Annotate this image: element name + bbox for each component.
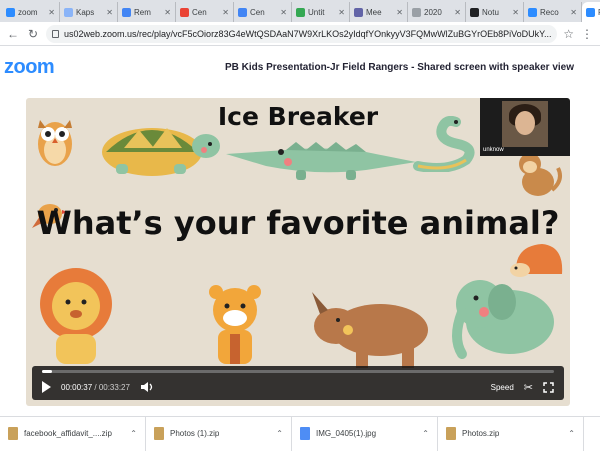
- tab-label: Untit: [308, 7, 325, 17]
- tab-favicon-icon: [586, 7, 595, 17]
- browser-tab[interactable]: Untit ✕: [292, 2, 350, 22]
- tab-label: Cen: [250, 7, 265, 17]
- meeting-title: PB Kids Presentation-Jr Field Rangers - …: [224, 61, 574, 73]
- play-icon[interactable]: [42, 381, 51, 393]
- tab-favicon-icon: [296, 7, 305, 17]
- browser-tab[interactable]: Notu ✕: [466, 2, 524, 22]
- crocodile-illustration: [226, 142, 416, 180]
- scissors-icon[interactable]: ✂: [524, 381, 533, 394]
- tab-label: 2020: [424, 7, 442, 17]
- tab-favicon-icon: [354, 7, 363, 17]
- current-time: 00:00:37: [61, 382, 93, 392]
- speaker-thumbnail[interactable]: unknow: [480, 98, 570, 156]
- download-item[interactable]: Photos.zip ⌃: [438, 416, 584, 451]
- browser-tab[interactable]: Reco ✕: [524, 2, 582, 22]
- progress-bar[interactable]: [42, 370, 554, 373]
- close-tab-icon[interactable]: ✕: [48, 8, 55, 17]
- tab-favicon-icon: [528, 7, 537, 17]
- fullscreen-icon[interactable]: [543, 381, 554, 393]
- browser-tab[interactable]: Cen ✕: [234, 2, 292, 22]
- chevron-up-icon[interactable]: ⌃: [422, 429, 429, 438]
- tab-label: zoom: [18, 7, 38, 17]
- browser-tab[interactable]: Mee ✕: [350, 2, 408, 22]
- tab-label: Kaps: [76, 7, 95, 17]
- volume-icon[interactable]: [140, 381, 154, 393]
- download-filename: Photos (1).zip: [170, 429, 220, 438]
- back-arrow-icon[interactable]: ←: [6, 27, 20, 41]
- player-controls: 00:00:37 / 00:33:27 Speed ✂: [32, 366, 564, 400]
- more-menu-icon[interactable]: ⋮: [580, 27, 594, 41]
- close-tab-icon[interactable]: ✕: [396, 8, 403, 17]
- recording-content: Ice Breaker What’s your favorite animal?…: [0, 88, 600, 414]
- browser-tab[interactable]: Cen ✕: [176, 2, 234, 22]
- tiger-illustration: [209, 285, 261, 364]
- browser-tab[interactable]: Rem ✕: [118, 2, 176, 22]
- download-item[interactable]: facebook_affidavit_....zip ⌃: [0, 416, 146, 451]
- close-tab-icon[interactable]: ✕: [512, 8, 519, 17]
- download-filename: IMG_0405(1).jpg: [316, 429, 377, 438]
- time-separator: /: [92, 382, 99, 392]
- refresh-icon[interactable]: ↻: [26, 27, 40, 41]
- browser-tab[interactable]: Kaps ✕: [60, 2, 118, 22]
- browser-tab[interactable]: 2020 ✕: [408, 2, 466, 22]
- monkey-illustration: [519, 153, 562, 196]
- download-filename: facebook_affidavit_....zip: [24, 429, 112, 438]
- video-player[interactable]: Ice Breaker What’s your favorite animal?…: [26, 98, 570, 406]
- tab-label: Rem: [134, 7, 151, 17]
- downloads-bar: facebook_affidavit_....zip ⌃ Photos (1).zi…: [0, 416, 600, 451]
- close-tab-icon[interactable]: ✕: [106, 8, 113, 17]
- tab-favicon-icon: [6, 7, 15, 17]
- browser-tab[interactable]: zoom ✕: [2, 2, 60, 22]
- tab-favicon-icon: [470, 7, 479, 17]
- chevron-up-icon[interactable]: ⌃: [276, 429, 283, 438]
- duration: 00:33:27: [98, 382, 130, 392]
- rhino-illustration: [312, 292, 428, 368]
- chevron-up-icon[interactable]: ⌃: [568, 429, 575, 438]
- tab-favicon-icon: [122, 7, 131, 17]
- download-item[interactable]: IMG_0405(1).jpg ⌃: [292, 416, 438, 451]
- speaker-name: unknow: [483, 147, 504, 153]
- tab-favicon-icon: [238, 7, 247, 17]
- elephant-illustration: [452, 280, 554, 359]
- close-tab-icon[interactable]: ✕: [570, 8, 577, 17]
- star-icon[interactable]: ☆: [563, 27, 574, 41]
- address-bar[interactable]: us02web.zoom.us/rec/play/vcF5cOiorz83G4e…: [46, 24, 558, 43]
- url-text: us02web.zoom.us/rec/play/vcF5cOiorz83G4e…: [64, 28, 552, 39]
- tab-label: Notu: [482, 7, 499, 17]
- tab-label: Mee: [366, 7, 382, 17]
- time-display: 00:00:37 / 00:33:27: [61, 383, 130, 392]
- file-icon: [154, 427, 164, 440]
- download-item[interactable]: Photos (1).zip ⌃: [146, 416, 292, 451]
- speaker-face: [515, 111, 535, 135]
- close-tab-icon[interactable]: ✕: [280, 8, 287, 17]
- file-icon: [8, 427, 18, 440]
- lock-icon: [52, 29, 59, 38]
- lion-illustration: [40, 268, 112, 364]
- tab-label: Cen: [192, 7, 207, 17]
- close-tab-icon[interactable]: ✕: [338, 8, 345, 17]
- download-filename: Photos.zip: [462, 429, 500, 438]
- tab-favicon-icon: [64, 7, 73, 17]
- tab-favicon-icon: [412, 7, 421, 17]
- slide-question: What’s your favorite animal?: [36, 204, 560, 242]
- close-tab-icon[interactable]: ✕: [454, 8, 461, 17]
- browser-tab[interactable]: PB: [582, 2, 600, 22]
- browser-tab-strip: zoom ✕ Kaps ✕ Rem ✕ Cen ✕ Cen ✕ Untit ✕ Mee ✕ 2020 ✕ Not…: [0, 0, 600, 22]
- speed-button[interactable]: Speed: [491, 383, 514, 392]
- browser-toolbar: ← ↻ us02web.zoom.us/rec/play/vcF5cOiorz8…: [0, 22, 600, 46]
- zoom-header: zoom PB Kids Presentation-Jr Field Range…: [0, 46, 600, 88]
- close-tab-icon[interactable]: ✕: [164, 8, 171, 17]
- close-tab-icon[interactable]: ✕: [222, 8, 229, 17]
- file-icon: [446, 427, 456, 440]
- chevron-up-icon[interactable]: ⌃: [130, 429, 137, 438]
- tab-favicon-icon: [180, 7, 189, 17]
- zoom-logo[interactable]: zoom: [4, 56, 55, 79]
- tab-label: Reco: [540, 7, 559, 17]
- file-icon: [300, 427, 310, 440]
- progress-fill: [42, 370, 53, 373]
